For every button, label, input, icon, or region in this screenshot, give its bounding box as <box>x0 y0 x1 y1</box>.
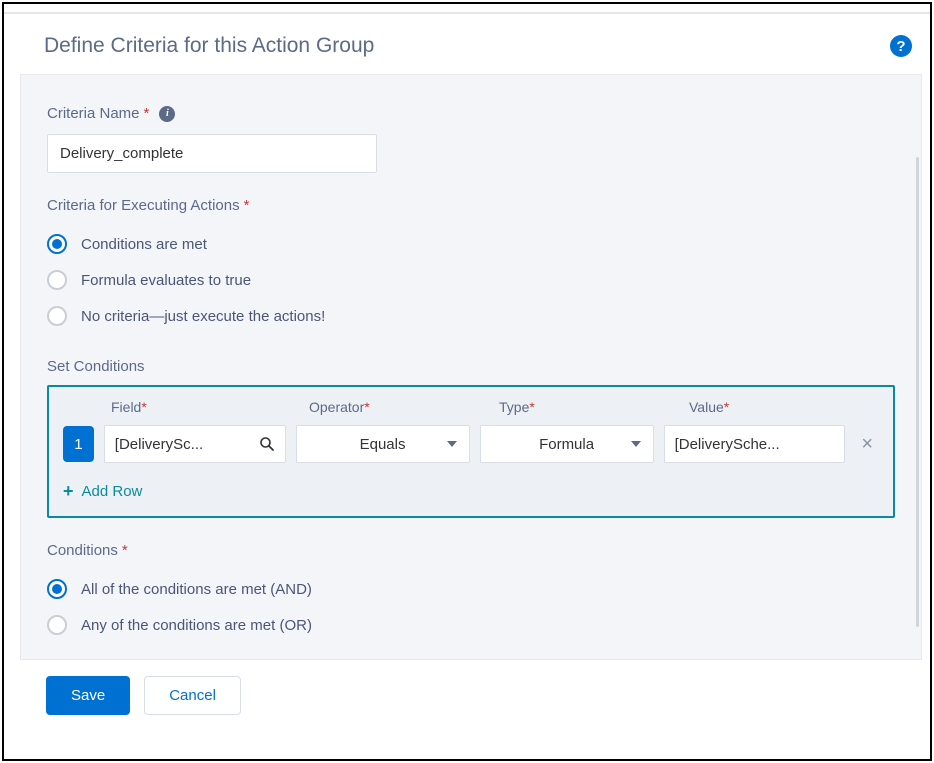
radio-conditions-met[interactable]: Conditions are met <box>47 226 895 262</box>
col-operator-label: Operator* <box>309 399 489 415</box>
radio-no-criteria[interactable]: No criteria—just execute the actions! <box>47 298 895 334</box>
radio-icon <box>47 234 67 254</box>
radio-label: Conditions are met <box>81 236 207 253</box>
help-icon[interactable]: ? <box>890 35 912 57</box>
operator-select[interactable]: Equals <box>296 425 470 463</box>
radio-any-or[interactable]: Any of the conditions are met (OR) <box>47 607 895 643</box>
col-field-label: Field* <box>111 399 299 415</box>
scrollbar[interactable] <box>916 157 919 627</box>
chevron-down-icon <box>631 441 641 447</box>
search-icon <box>259 436 275 452</box>
field-lookup-input[interactable]: [DeliverySc... <box>104 425 286 463</box>
radio-icon <box>47 270 67 290</box>
conditions-logic-label: Conditions* <box>47 542 895 559</box>
radio-label: All of the conditions are met (AND) <box>81 581 312 598</box>
chevron-down-icon <box>447 441 457 447</box>
criteria-name-input[interactable] <box>47 134 377 173</box>
plus-icon: + <box>63 481 74 502</box>
page-title: Define Criteria for this Action Group <box>44 34 374 58</box>
radio-icon <box>47 306 67 326</box>
cancel-button[interactable]: Cancel <box>144 676 241 715</box>
radio-label: Any of the conditions are met (OR) <box>81 617 312 634</box>
value-input[interactable]: [DeliverySche... <box>664 425 846 463</box>
conditions-box: Field* Operator* Type* Value* 1 [Del <box>47 385 895 518</box>
criteria-name-label: Criteria Name* i <box>47 105 895 122</box>
condition-row: 1 [DeliverySc... Equals Formula <box>63 425 879 463</box>
remove-row-button[interactable]: × <box>855 433 879 456</box>
criteria-exec-label: Criteria for Executing Actions* <box>47 197 895 214</box>
radio-icon <box>47 615 67 635</box>
info-icon[interactable]: i <box>159 106 175 122</box>
radio-label: Formula evaluates to true <box>81 272 251 289</box>
radio-formula-true[interactable]: Formula evaluates to true <box>47 262 895 298</box>
criteria-panel: Criteria Name* i Criteria for Executing … <box>20 74 922 660</box>
add-row-button[interactable]: + Add Row <box>63 481 879 502</box>
save-button[interactable]: Save <box>46 676 130 715</box>
footer: Save Cancel <box>20 660 922 731</box>
set-conditions-label: Set Conditions <box>47 358 895 375</box>
radio-all-and[interactable]: All of the conditions are met (AND) <box>47 571 895 607</box>
radio-label: No criteria—just execute the actions! <box>81 308 325 325</box>
col-type-label: Type* <box>499 399 679 415</box>
type-select[interactable]: Formula <box>480 425 654 463</box>
row-number: 1 <box>63 426 94 462</box>
radio-icon <box>47 579 67 599</box>
col-value-label: Value* <box>689 399 877 415</box>
